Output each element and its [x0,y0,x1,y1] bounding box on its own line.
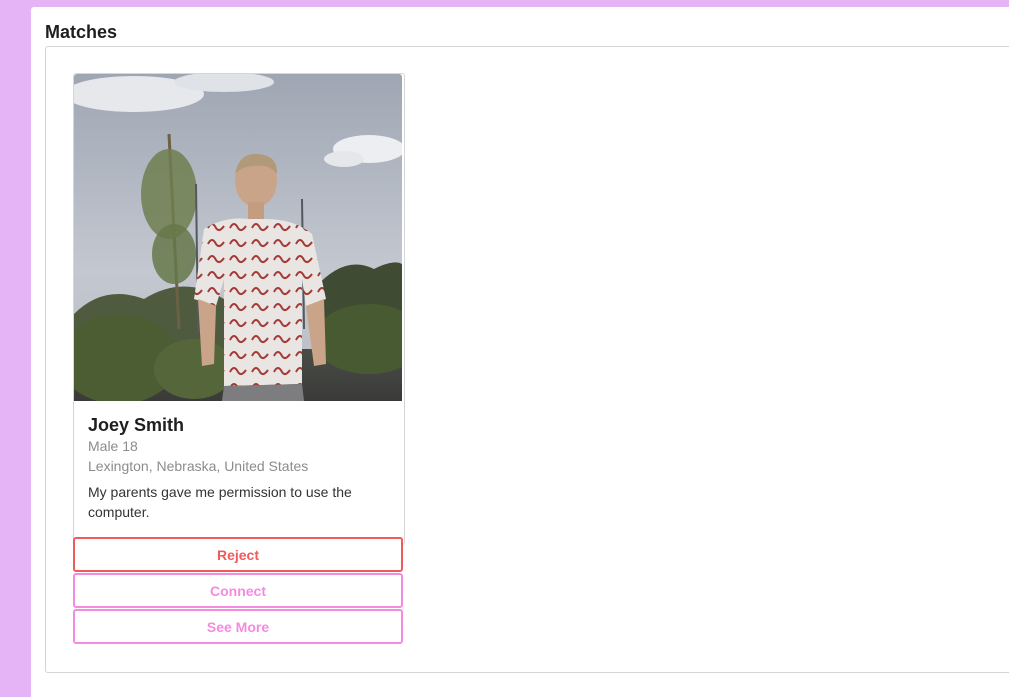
profile-location: Lexington, Nebraska, United States [88,458,309,474]
profile-gender-age: Male 18 [88,438,138,454]
matches-container: Joey Smith Male 18 Lexington, Nebraska, … [45,46,1009,673]
connect-button[interactable]: Connect [73,573,403,608]
profile-bio: My parents gave me permission to use the… [88,484,352,520]
matches-panel: Matches Joey Smith Male 18 Lexington, Ne… [31,7,1009,697]
profile-photo [74,74,402,401]
match-card: Joey Smith Male 18 Lexington, Nebraska, … [73,73,405,644]
see-more-button[interactable]: See More [73,609,403,644]
profile-name: Joey Smith [88,415,185,435]
profile-details: Joey Smith Male 18 Lexington, Nebraska, … [88,414,388,522]
section-title: Matches [45,22,118,42]
reject-button[interactable]: Reject [73,537,403,572]
